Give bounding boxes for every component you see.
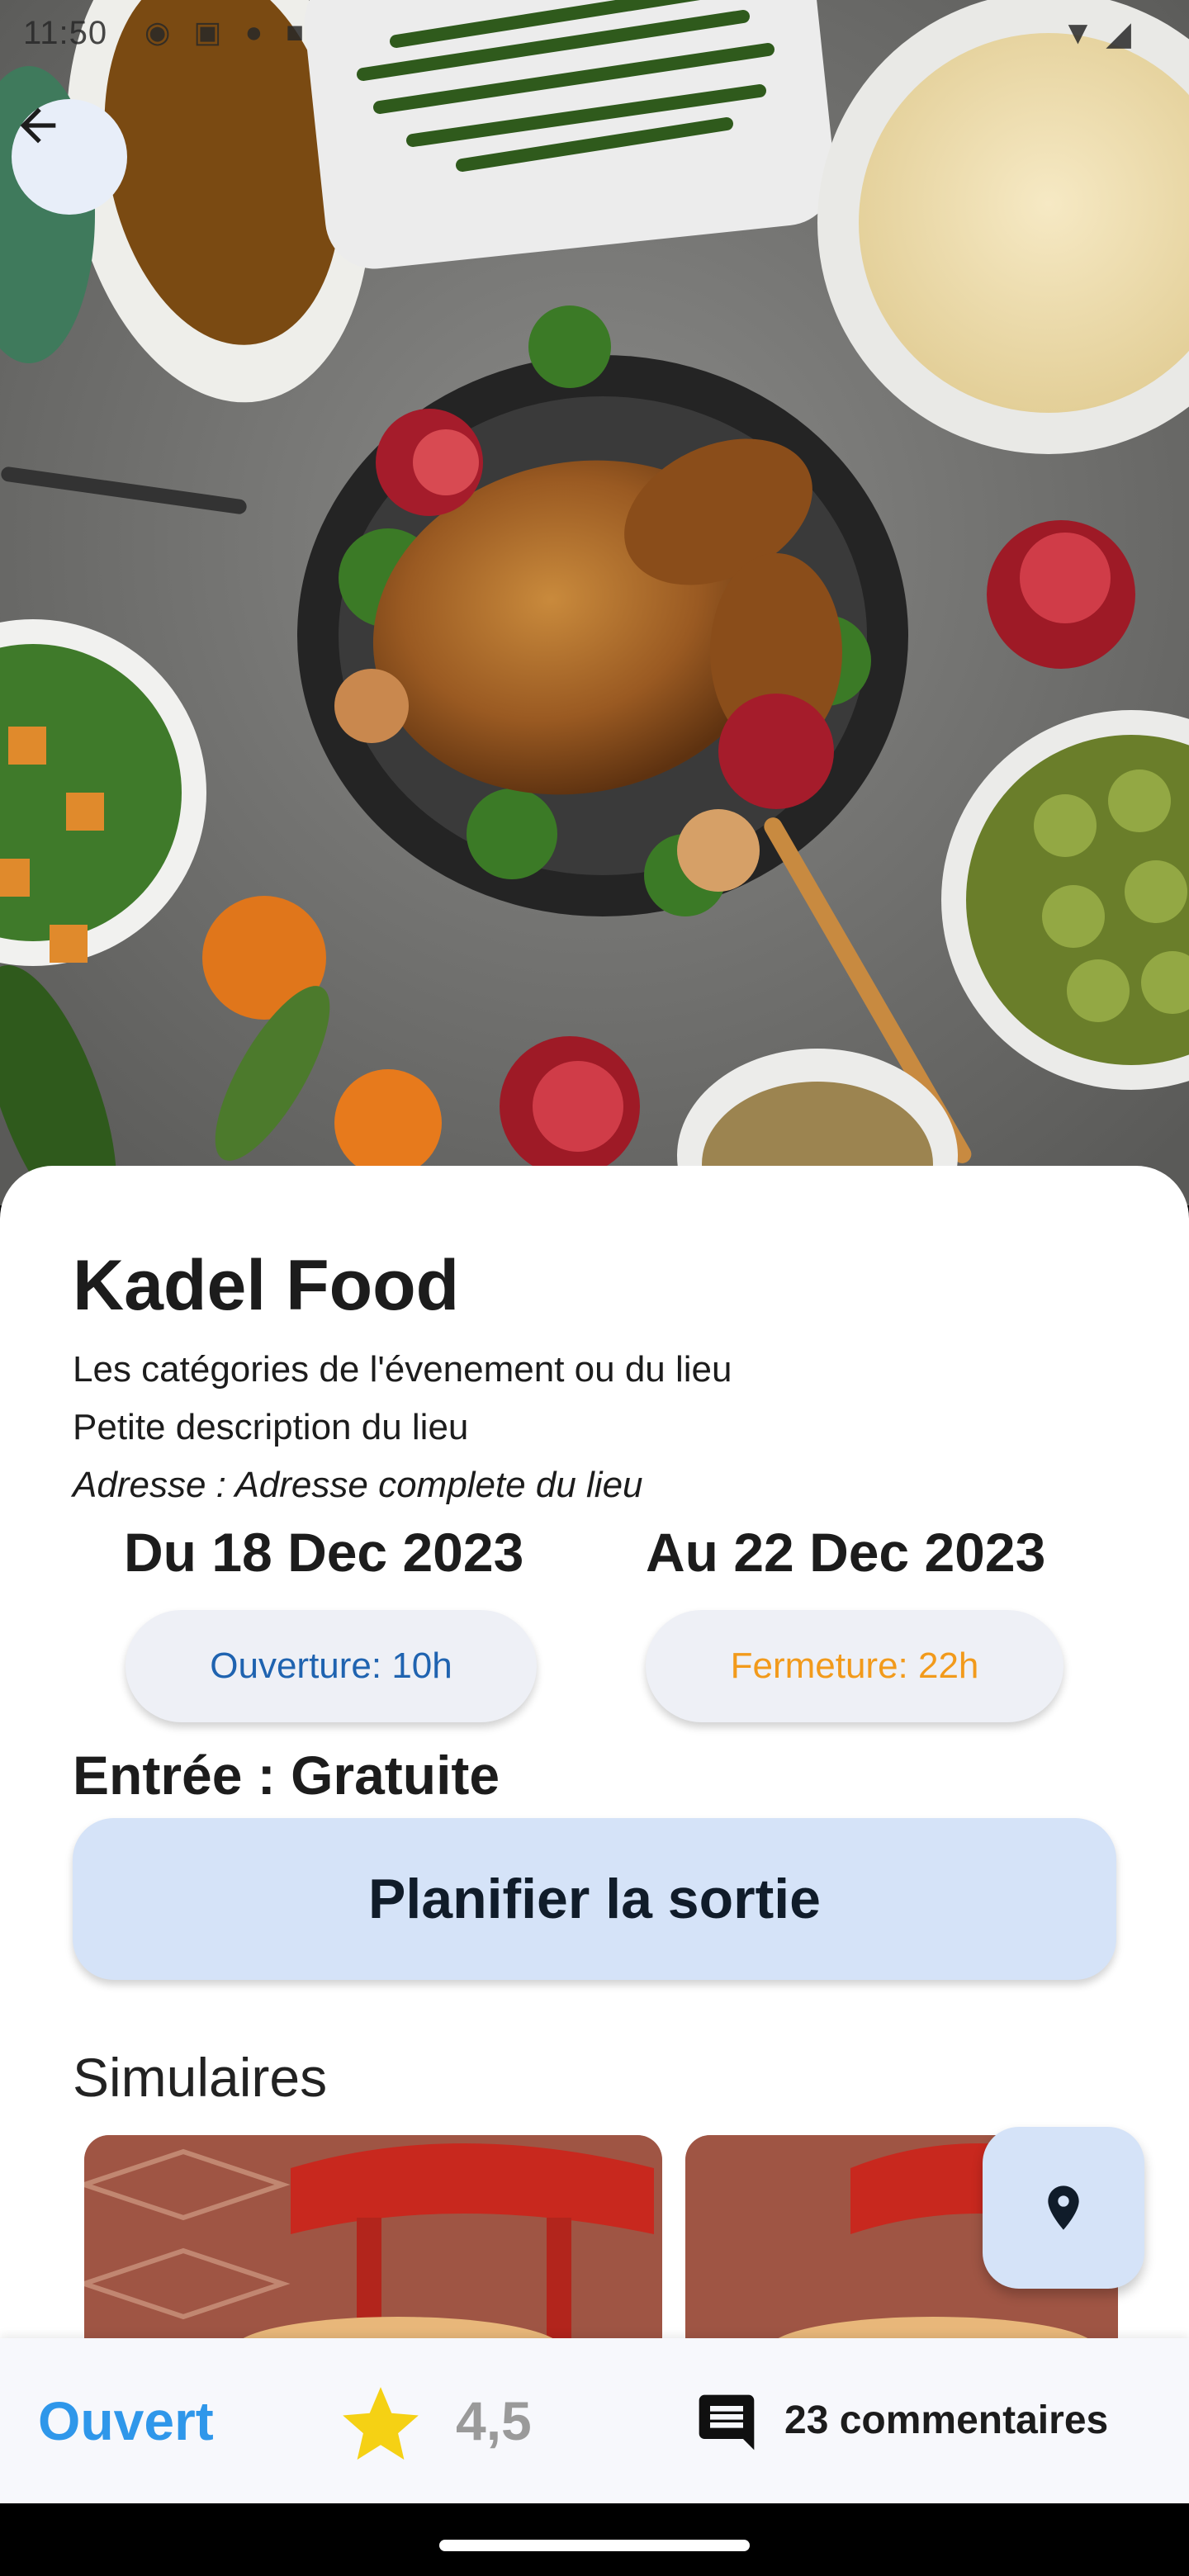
rating-value: 4,5	[456, 2390, 532, 2451]
mic-icon: ●	[244, 15, 263, 49]
bottom-info-bar: Ouvert 4,5 23 commentaires	[0, 2338, 1189, 2503]
notification-icon: ◉	[144, 15, 171, 49]
plan-outing-label: Planifier la sortie	[368, 1868, 821, 1930]
system-navigation-bar	[0, 2503, 1189, 2576]
place-address: Adresse : Adresse complete du lieu	[73, 1465, 643, 1505]
comment-icon[interactable]	[694, 2389, 760, 2455]
image-icon: ▣	[193, 15, 222, 49]
place-title: Kadel Food	[73, 1246, 460, 1325]
comments-link[interactable]: 23 commentaires	[784, 2398, 1108, 2443]
signal-icon: ◢	[1106, 16, 1131, 52]
closing-hours-chip: Fermeture: 22h	[646, 1610, 1063, 1722]
place-description: Petite description du lieu	[73, 1407, 469, 1447]
opening-hours-label: Ouverture: 10h	[210, 1646, 452, 1686]
home-gesture-handle[interactable]	[439, 2540, 750, 2551]
map-location-button[interactable]	[983, 2127, 1144, 2289]
hero-image: 11:50 ◉ ▣ ● ■ ▼ ◢	[0, 0, 1189, 1205]
similar-section-title: Simulaires	[73, 2047, 328, 2108]
arrow-left-icon	[20, 107, 56, 144]
plan-outing-button[interactable]: Planifier la sortie	[73, 1818, 1116, 1980]
status-time: 11:50	[23, 15, 108, 51]
back-button[interactable]	[12, 99, 127, 215]
star-icon	[343, 2387, 419, 2460]
date-end: Au 22 Dec 2023	[646, 1522, 1046, 1583]
open-status: Ouvert	[38, 2390, 214, 2451]
status-system-icons: ▼ ◢	[1062, 15, 1131, 53]
place-categories: Les catégories de l'évenement ou du lieu	[73, 1349, 732, 1390]
food-photo	[0, 0, 1189, 1205]
date-start: Du 18 Dec 2023	[124, 1522, 524, 1583]
status-notification-icons: ◉ ▣ ● ■	[144, 15, 304, 50]
location-pin-icon	[1048, 2185, 1079, 2230]
sd-card-icon: ■	[286, 15, 304, 49]
entry-price: Entrée : Gratuite	[73, 1745, 500, 1806]
similar-thumbnail	[84, 2135, 662, 2338]
opening-hours-chip: Ouverture: 10h	[126, 1610, 537, 1722]
closing-hours-label: Fermeture: 22h	[730, 1646, 979, 1686]
status-bar: 11:50 ◉ ▣ ● ■ ▼ ◢	[0, 0, 1189, 66]
similar-card[interactable]	[84, 2135, 662, 2338]
wifi-icon: ▼	[1061, 15, 1095, 51]
